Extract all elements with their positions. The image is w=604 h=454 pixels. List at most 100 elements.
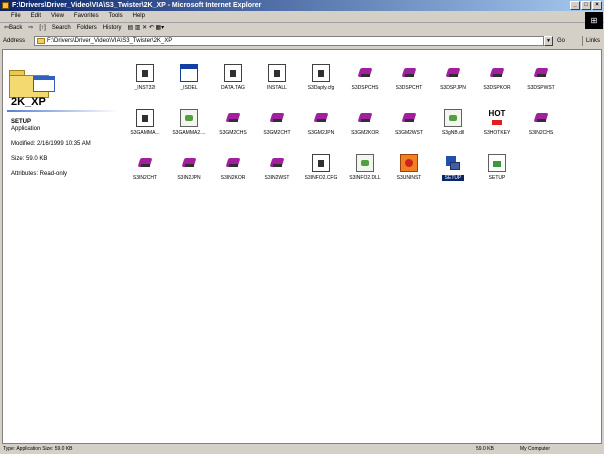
file-label: S3IN2CHT — [132, 175, 158, 181]
gem-icon — [312, 109, 330, 127]
file-label: S3IN2CHS — [528, 130, 554, 136]
file-label: S3DSPCHS — [351, 85, 379, 91]
maximize-button[interactable]: □ — [581, 1, 591, 10]
file-item[interactable]: S3INFO2.CFG — [301, 154, 341, 196]
file-label: S3DSPKOR — [483, 85, 511, 91]
file-label: INSTALL — [267, 85, 287, 91]
file-label: S3GM2KOR — [351, 130, 379, 136]
hotkey-icon: HOT — [488, 109, 506, 127]
doc-icon — [224, 64, 242, 82]
title-bar: F:\Drivers\Driver_Video\VIA\S3_Twister\2… — [0, 0, 604, 11]
gem-icon — [136, 154, 154, 172]
address-label: Address — [3, 38, 26, 44]
file-label: S3gNB.dll — [441, 130, 465, 136]
go-button[interactable]: Go — [557, 36, 565, 46]
file-item[interactable]: SETUP — [477, 154, 517, 196]
file-label: S3GM2CHS — [219, 130, 247, 136]
windows-logo-icon: ⊞ — [585, 12, 603, 29]
menu-file[interactable]: File — [6, 11, 26, 22]
file-item[interactable]: _ISDEL — [169, 64, 209, 106]
file-label: S3GM2JPN — [307, 130, 335, 136]
gem-icon — [400, 64, 418, 82]
file-item[interactable]: S3DSPCHT — [389, 64, 429, 106]
file-label: S3IN2KOR — [220, 175, 246, 181]
file-label: S3INFO2.CFG — [304, 175, 338, 181]
menu-tools[interactable]: Tools — [104, 11, 128, 22]
cfg-icon — [180, 109, 198, 127]
file-item[interactable]: S3INFO2.DLL — [345, 154, 385, 196]
file-label: S3DSPJPN — [440, 85, 466, 91]
file-item[interactable]: S3IN2CHS — [521, 109, 561, 151]
file-item[interactable]: INSTALL — [257, 64, 297, 106]
menu-favorites[interactable]: Favorites — [69, 11, 104, 22]
status-text: Type: Application Size: 59.0 KB — [3, 446, 73, 452]
file-label: S3Daply.cfg — [307, 85, 335, 91]
file-label: S3GAMMA... — [130, 130, 160, 136]
gem-icon — [532, 64, 550, 82]
up-button[interactable]: [↑] — [39, 23, 45, 34]
forward-button[interactable]: ⇨ — [28, 23, 33, 34]
address-input[interactable]: F:\Drivers\Driver_Video\VIA\S3_Twister\2… — [34, 36, 544, 46]
file-item[interactable]: S3IN2KOR — [213, 154, 253, 196]
selected-item-modified: Modified: 2/16/1999 10:35 AM — [11, 141, 91, 147]
gem-icon — [224, 109, 242, 127]
uninstall-icon — [400, 154, 418, 172]
selected-item-attributes: Attributes: Read-only — [11, 171, 68, 177]
file-item[interactable]: S3gNB.dll — [433, 109, 473, 151]
window-controls: _ □ × — [570, 1, 602, 10]
file-label: SETUP — [442, 175, 464, 181]
close-button[interactable]: × — [592, 1, 602, 10]
menu-view[interactable]: View — [46, 11, 69, 22]
file-item[interactable]: S3GM2CHS — [213, 109, 253, 151]
address-dropdown-button[interactable]: ▼ — [544, 36, 553, 46]
web-view-pane: 2K_XP SETUP Application Modified: 2/16/1… — [3, 50, 121, 443]
folder-view: 2K_XP SETUP Application Modified: 2/16/1… — [2, 49, 602, 444]
gem-icon — [488, 64, 506, 82]
file-item[interactable]: S3Daply.cfg — [301, 64, 341, 106]
minimize-button[interactable]: _ — [570, 1, 580, 10]
file-item[interactable]: S3GAMMA2.... — [169, 109, 209, 151]
window-title: F:\Drivers\Driver_Video\VIA\S3_Twister\2… — [12, 2, 262, 9]
toolbar-extra-buttons[interactable]: ▤ ▥ ✕ ↶ ▦▾ — [127, 23, 164, 34]
title-divider — [7, 110, 119, 112]
file-item[interactable]: S3DSPJPN — [433, 64, 473, 106]
toolbar: ⇦Back ⇨ [↑] Search Folders History ▤ ▥ ✕ ↶ ▦▾ — [0, 23, 580, 34]
gem-icon — [268, 109, 286, 127]
selected-item-size: Size: 59.0 KB — [11, 156, 48, 162]
file-label: S3GM2CHT — [263, 130, 291, 136]
search-button[interactable]: Search — [52, 23, 71, 34]
file-item[interactable]: S3UNINST — [389, 154, 429, 196]
doc-icon — [312, 64, 330, 82]
file-item[interactable]: S3IN2WST — [257, 154, 297, 196]
folders-button[interactable]: Folders — [77, 23, 97, 34]
file-item[interactable]: S3DSPCHS — [345, 64, 385, 106]
large-folder-icon — [9, 70, 55, 98]
status-size: 59.0 KB — [476, 446, 494, 452]
file-item[interactable]: S3IN2JPN — [169, 154, 209, 196]
status-zone: My Computer — [520, 446, 551, 452]
file-item[interactable]: SETUP — [433, 154, 473, 196]
file-label: S3UNINST — [396, 175, 422, 181]
file-item[interactable]: HOT S3HOTKEY — [477, 109, 517, 151]
doc-icon — [136, 64, 154, 82]
file-item[interactable]: DATA.TAG — [213, 64, 253, 106]
folder-title: 2K_XP — [11, 96, 46, 108]
menu-help[interactable]: Help — [128, 11, 150, 22]
file-label: _INST32I — [134, 85, 156, 91]
file-item[interactable]: S3DSPWST — [521, 64, 561, 106]
links-button[interactable]: Links — [582, 36, 600, 46]
file-item[interactable]: S3DSPKOR — [477, 64, 517, 106]
gem-icon — [356, 64, 374, 82]
file-item[interactable]: S3IN2CHT — [125, 154, 165, 196]
file-item[interactable]: S3GAMMA... — [125, 109, 165, 151]
gem-icon — [224, 154, 242, 172]
file-item[interactable]: _INST32I — [125, 64, 165, 106]
history-button[interactable]: History — [103, 23, 122, 34]
back-button[interactable]: ⇦Back — [4, 23, 22, 34]
file-item[interactable]: S3GM2JPN — [301, 109, 341, 151]
file-item[interactable]: S3GM2WST — [389, 109, 429, 151]
file-item[interactable]: S3GM2CHT — [257, 109, 297, 151]
menu-edit[interactable]: Edit — [26, 11, 46, 22]
address-value: F:\Drivers\Driver_Video\VIA\S3_Twister\2… — [47, 38, 173, 44]
file-item[interactable]: S3GM2KOR — [345, 109, 385, 151]
